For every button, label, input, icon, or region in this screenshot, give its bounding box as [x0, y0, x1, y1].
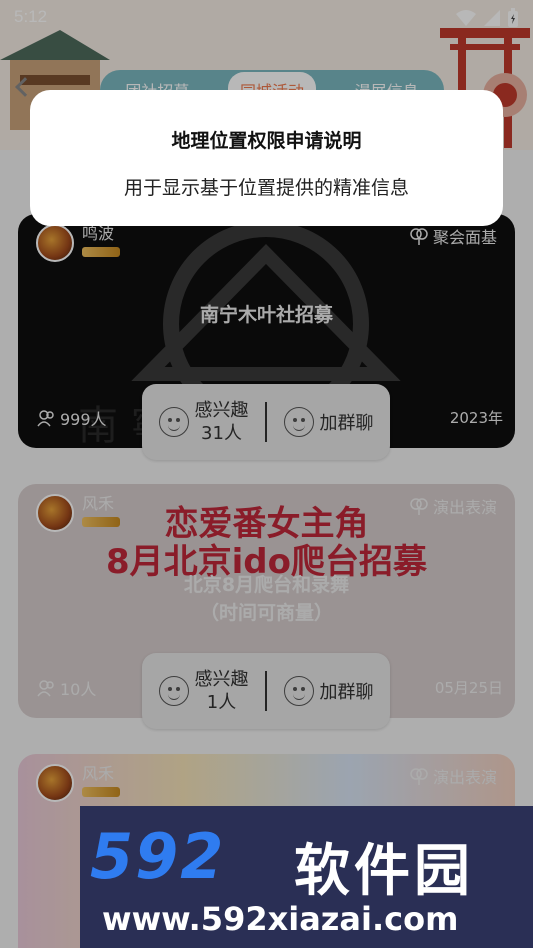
watermark-brand-number: 592 — [90, 820, 226, 893]
watermark-url: www.592xiazai.com — [102, 900, 459, 938]
dialog-message: 用于显示基于位置提供的精准信息 — [123, 177, 409, 199]
site-watermark: 592 软件园 www.592xiazai.com — [80, 806, 533, 948]
dialog-title: 地理位置权限申请说明 — [171, 130, 362, 152]
watermark-brand-text: 软件园 — [294, 839, 474, 904]
permission-dialog: 地理位置权限申请说明 用于显示基于位置提供的精准信息 — [30, 90, 503, 226]
